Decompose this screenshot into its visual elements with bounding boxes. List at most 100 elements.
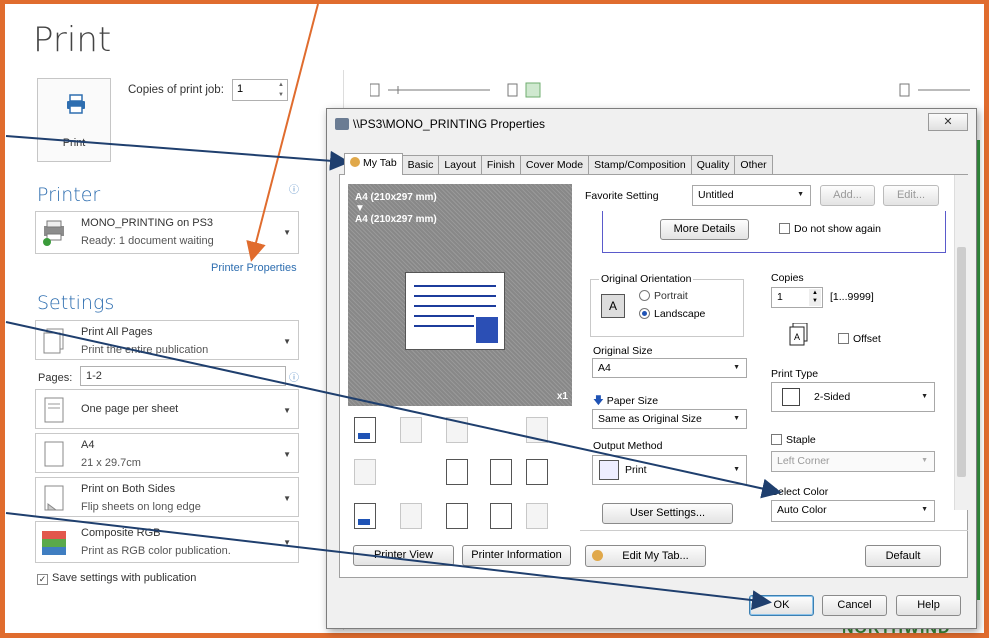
divider	[580, 530, 968, 531]
copies-stepper[interactable]: ▲ ▼	[809, 289, 821, 306]
info-icon[interactable]: ⓘ	[289, 181, 299, 196]
close-button[interactable]: ✕	[928, 113, 968, 131]
stack-icon	[354, 459, 376, 485]
tab-strip: My Tab Basic Layout Finish Cover Mode St…	[344, 153, 773, 175]
staple-position-select[interactable]: Left Corner ▼	[771, 451, 935, 472]
preview-arrow: ▼	[355, 203, 365, 214]
setting-title: Print on Both Sides	[81, 483, 176, 495]
print-output-icon	[599, 460, 619, 480]
copies-stepper[interactable]: ▲ ▼	[275, 80, 287, 100]
cancel-button[interactable]: Cancel	[822, 595, 887, 616]
rotate-icon	[526, 417, 548, 443]
more-details-button[interactable]: More Details	[660, 219, 749, 240]
form-icon[interactable]	[490, 459, 512, 485]
tab-layout[interactable]: Layout	[438, 155, 482, 174]
edit-my-tab-label: Edit My Tab...	[622, 550, 689, 562]
chevron-down-icon: ▼	[733, 415, 740, 422]
preview-toolbar	[370, 82, 970, 98]
printer-properties-link[interactable]: Printer Properties	[211, 262, 297, 274]
tab-stamp-composition[interactable]: Stamp/Composition	[588, 155, 692, 174]
original-size-select[interactable]: A4 ▼	[592, 358, 747, 378]
text-page-icon[interactable]	[446, 459, 468, 485]
print-range-dropdown[interactable]: Print All Pages Print the entire publica…	[35, 320, 299, 360]
landscape-label: Landscape	[654, 308, 706, 320]
settings-sheet-icon[interactable]	[490, 503, 512, 529]
preview-multiplier: x1	[556, 391, 568, 402]
paper-size-select[interactable]: Same as Original Size ▼	[592, 409, 747, 429]
do-not-show-label: Do not show again	[794, 223, 881, 235]
print-type-select[interactable]: 2-Sided ▼	[771, 382, 935, 412]
staple-checkbox[interactable]: Staple	[771, 434, 816, 446]
chevron-down-icon: ▼	[283, 538, 291, 547]
ok-button[interactable]: OK	[749, 595, 814, 616]
printer-icon	[67, 94, 85, 114]
text-line	[414, 325, 474, 327]
select-color-select[interactable]: Auto Color ▼	[771, 500, 935, 522]
text-line	[414, 295, 496, 297]
tab-quality[interactable]: Quality	[690, 155, 736, 174]
paper-icon	[44, 441, 64, 467]
printer-heading: Printer	[37, 184, 101, 206]
chevron-down-icon: ▼	[733, 466, 740, 473]
setting-subtitle: 21 x 29.7cm	[81, 457, 141, 469]
print-button[interactable]: Print	[37, 78, 111, 162]
paper-size-dropdown[interactable]: A4 21 x 29.7cm ▼	[35, 433, 299, 473]
color-mode-dropdown[interactable]: Composite RGB Print as RGB color publica…	[35, 521, 299, 563]
save-settings-label: Save settings with publication	[52, 572, 197, 584]
add-favorite-button[interactable]: Add...	[820, 185, 875, 206]
portrait-radio[interactable]: Portrait	[639, 290, 688, 302]
chevron-down-icon: ▼	[283, 450, 291, 459]
edit-my-tab-button[interactable]: Edit My Tab...	[585, 545, 706, 567]
print-type-value: 2-Sided	[814, 391, 851, 403]
dialog-title-bar: \\PS3\MONO_PRINTING Properties	[335, 117, 545, 131]
chevron-down-icon: ▼	[283, 228, 291, 237]
save-settings-checkbox[interactable]: ✓ Save settings with publication	[37, 572, 196, 585]
scrollbar-thumb[interactable]	[957, 247, 966, 477]
page-icon	[44, 397, 64, 423]
select-color-label: Select Color	[771, 486, 829, 498]
user-icon	[592, 550, 603, 561]
text-line	[414, 305, 496, 307]
printer-name: MONO_PRINTING on PS3	[81, 217, 214, 229]
do-not-show-checkbox[interactable]: Do not show again	[779, 223, 881, 235]
duplex-dropdown[interactable]: Print on Both Sides Flip sheets on long …	[35, 477, 299, 517]
pages-input[interactable]: 1-2	[80, 366, 286, 386]
printer-dropdown[interactable]: MONO_PRINTING on PS3 Ready: 1 document w…	[35, 211, 299, 254]
output-method-select[interactable]: Print ▼	[592, 455, 747, 485]
info-icon[interactable]: ⓘ	[289, 369, 299, 384]
default-button[interactable]: Default	[865, 545, 941, 567]
chevron-down-icon: ▼	[283, 406, 291, 415]
landscape-radio[interactable]: Landscape	[639, 308, 705, 320]
copies-range: [1...9999]	[830, 291, 874, 303]
tab-my-tab[interactable]: My Tab	[344, 153, 403, 175]
tab-basic[interactable]: Basic	[401, 155, 440, 174]
vertical-scrollbar[interactable]	[954, 175, 968, 510]
copies-input[interactable]: 1 ▲ ▼	[771, 287, 823, 308]
help-button[interactable]: Help	[896, 595, 961, 616]
favorite-setting-select[interactable]: Untitled ▼	[692, 185, 811, 206]
pages-per-sheet-dropdown[interactable]: One page per sheet ▼	[35, 389, 299, 429]
chevron-down-icon: ▼	[921, 506, 928, 513]
setting-title: A4	[81, 439, 95, 451]
tab-finish[interactable]: Finish	[480, 155, 521, 174]
setting-subtitle: Print the entire publication	[81, 344, 209, 356]
printer-view-button[interactable]: Printer View	[353, 545, 454, 566]
copies-label: Copies of print job:	[128, 84, 224, 96]
copy-icon[interactable]	[354, 417, 376, 443]
details-group: More Details Do not show again	[602, 211, 946, 253]
report-icon[interactable]	[354, 503, 376, 529]
output-method-value: Print	[625, 464, 647, 476]
tab-cover-mode[interactable]: Cover Mode	[519, 155, 590, 174]
secure-print-icon[interactable]	[526, 459, 548, 485]
copies-input[interactable]: 1 ▲ ▼	[232, 79, 288, 101]
user-settings-button[interactable]: User Settings...	[602, 503, 733, 524]
booklet-icon	[446, 417, 468, 443]
edit-favorite-button[interactable]: Edit...	[883, 185, 939, 206]
account-track-icon[interactable]	[446, 503, 468, 529]
chevron-down-icon: ▼	[921, 393, 928, 400]
tab-other[interactable]: Other	[734, 155, 773, 174]
printer-information-button[interactable]: Printer Information	[462, 545, 571, 566]
offset-checkbox[interactable]: Offset	[838, 333, 881, 345]
offset-stack-icon: A	[789, 323, 808, 346]
setting-subtitle: Print as RGB color publication.	[81, 545, 231, 557]
